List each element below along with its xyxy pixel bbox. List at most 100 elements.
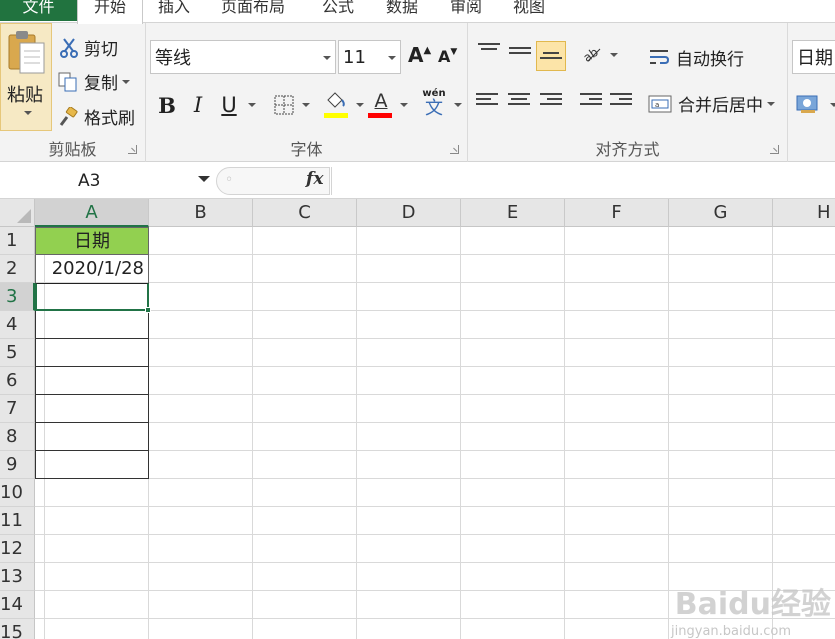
row-header[interactable]: 15 (0, 619, 35, 639)
cell-a6[interactable] (35, 367, 149, 395)
increase-indent-icon[interactable] (610, 93, 632, 111)
chevron-down-icon (323, 56, 331, 60)
dialog-launcher-icon[interactable] (128, 145, 137, 154)
row-header[interactable]: 7 (0, 395, 35, 423)
column-header-g[interactable]: G (669, 199, 773, 227)
row-header[interactable]: 9 (0, 451, 35, 479)
border-icon[interactable] (274, 95, 294, 115)
select-all-button[interactable] (0, 199, 35, 227)
align-top-icon[interactable] (478, 43, 500, 61)
column-header-b[interactable]: B (149, 199, 253, 227)
tab-data[interactable]: 数据 (386, 0, 418, 22)
cut-button[interactable]: 剪切 (60, 35, 118, 60)
fill-color-button[interactable] (324, 91, 350, 119)
align-bottom-button[interactable] (536, 41, 566, 71)
row-header[interactable]: 8 (0, 423, 35, 451)
wrap-text-button[interactable]: 自动换行 (648, 45, 744, 70)
shrink-font-button[interactable]: A ▼ (438, 47, 457, 67)
column-header-f[interactable]: F (565, 199, 669, 227)
font-color-swatch (368, 113, 392, 118)
chevron-down-icon (24, 111, 32, 115)
decrease-indent-icon[interactable] (580, 93, 602, 111)
cell-a7[interactable] (35, 395, 149, 423)
row-header[interactable]: 11 (0, 507, 35, 535)
chevron-down-icon (248, 103, 256, 107)
column-header-c[interactable]: C (253, 199, 357, 227)
row-header[interactable]: 5 (0, 339, 35, 367)
copy-button[interactable]: 复制 (58, 69, 130, 94)
active-cell-a3[interactable] (35, 283, 149, 311)
cell-a4[interactable] (35, 311, 149, 339)
tab-page-layout[interactable]: 页面布局 (221, 0, 285, 22)
paste-button[interactable]: 粘贴 (0, 23, 52, 131)
tab-file[interactable]: 文件 (0, 0, 77, 21)
underline-button[interactable]: U (218, 91, 240, 119)
align-bottom-icon (540, 52, 562, 70)
row-header[interactable]: 10 (0, 479, 35, 507)
tab-review[interactable]: 审阅 (450, 0, 482, 22)
copy-icon (58, 72, 77, 91)
column-header-a[interactable]: A (35, 199, 149, 227)
cell-a5[interactable] (35, 339, 149, 367)
merge-center-icon: a (648, 95, 672, 112)
svg-text:a: a (655, 101, 659, 109)
chevron-down-icon (454, 103, 462, 107)
dialog-launcher-icon[interactable] (770, 145, 779, 154)
tab-view[interactable]: 视图 (513, 0, 545, 22)
tab-insert[interactable]: 插入 (158, 0, 190, 22)
tab-formulas[interactable]: 公式 (322, 0, 354, 22)
grow-font-button[interactable]: A ▲ (408, 43, 431, 67)
dialog-launcher-icon[interactable] (450, 145, 459, 154)
cell-a1[interactable]: 日期 (35, 227, 149, 255)
resize-handle-icon[interactable]: ◦ (225, 172, 233, 188)
chevron-down-icon[interactable] (198, 176, 210, 182)
copy-label: 复制 (84, 74, 118, 94)
font-size-select[interactable]: 11 (338, 40, 401, 74)
row-header[interactable]: 13 (0, 563, 35, 591)
row-header[interactable]: 3 (0, 283, 35, 311)
row-header[interactable]: 14 (0, 591, 35, 619)
excel-window: 文件 开始 插入 页面布局 公式 数据 审阅 视图 粘贴 剪切 复制 格式刷 剪… (0, 0, 835, 639)
column-header-h[interactable]: H (773, 199, 835, 227)
bold-button[interactable]: B (156, 91, 178, 119)
cell-a8[interactable] (35, 423, 149, 451)
font-name-select[interactable]: 等线 (150, 40, 336, 74)
format-painter-button[interactable]: 格式刷 (58, 104, 135, 129)
column-header-e[interactable]: E (461, 199, 565, 227)
align-center-icon[interactable] (508, 93, 530, 111)
row-header[interactable]: 2 (0, 255, 35, 283)
currency-format-icon[interactable] (796, 93, 822, 115)
cell-a2[interactable]: 2020/1/28 (35, 255, 149, 283)
row-header[interactable]: 12 (0, 535, 35, 563)
text-orientation-icon[interactable]: ab (580, 43, 602, 63)
worksheet-grid: A B C D E F G H 1 2 3 4 5 6 7 8 9 10 11 … (0, 199, 835, 639)
cell-area[interactable]: 日期 2020/1/28 (35, 227, 835, 639)
insert-function-button[interactable]: fx (306, 169, 323, 189)
row-header[interactable]: 4 (0, 311, 35, 339)
clipboard-group-label: 剪贴板 (48, 140, 97, 159)
row-header[interactable]: 1 (0, 227, 35, 255)
phonetic-guide-button[interactable]: wén 文 (420, 89, 448, 119)
row-header[interactable]: 6 (0, 367, 35, 395)
tab-home[interactable]: 开始 (77, 0, 143, 24)
name-box[interactable]: A3 (0, 167, 212, 195)
paintbrush-icon (59, 106, 78, 126)
cell-a9[interactable] (35, 451, 149, 479)
formula-input[interactable] (331, 167, 835, 195)
clipboard-group: 粘贴 剪切 复制 格式刷 剪贴板 (0, 23, 146, 162)
fill-handle[interactable] (145, 307, 151, 313)
align-middle-icon[interactable] (509, 47, 531, 65)
paste-icon (8, 31, 45, 74)
merge-center-button[interactable]: a 合并后居中 (648, 91, 775, 116)
align-left-icon[interactable] (476, 93, 498, 111)
number-format-select[interactable]: 日期 (792, 40, 835, 74)
chevron-down-icon (122, 79, 130, 84)
column-header-d[interactable]: D (357, 199, 461, 227)
ribbon-tab-bar: 文件 开始 插入 页面布局 公式 数据 审阅 视图 (0, 0, 835, 24)
align-right-icon[interactable] (540, 93, 562, 111)
svg-text:ab: ab (581, 45, 601, 63)
font-color-button[interactable]: A (368, 91, 394, 119)
format-painter-label: 格式刷 (84, 109, 135, 129)
italic-button[interactable]: I (188, 91, 208, 119)
chevron-down-icon (356, 103, 364, 107)
